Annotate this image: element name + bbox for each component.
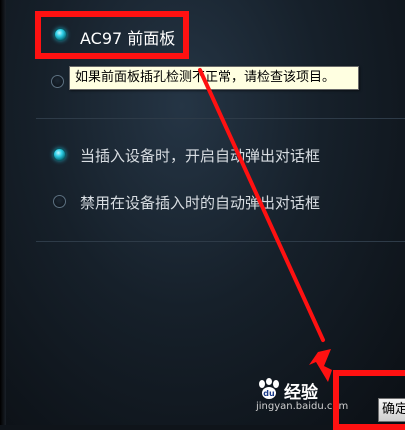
annotation-arrow-icon	[198, 68, 332, 382]
